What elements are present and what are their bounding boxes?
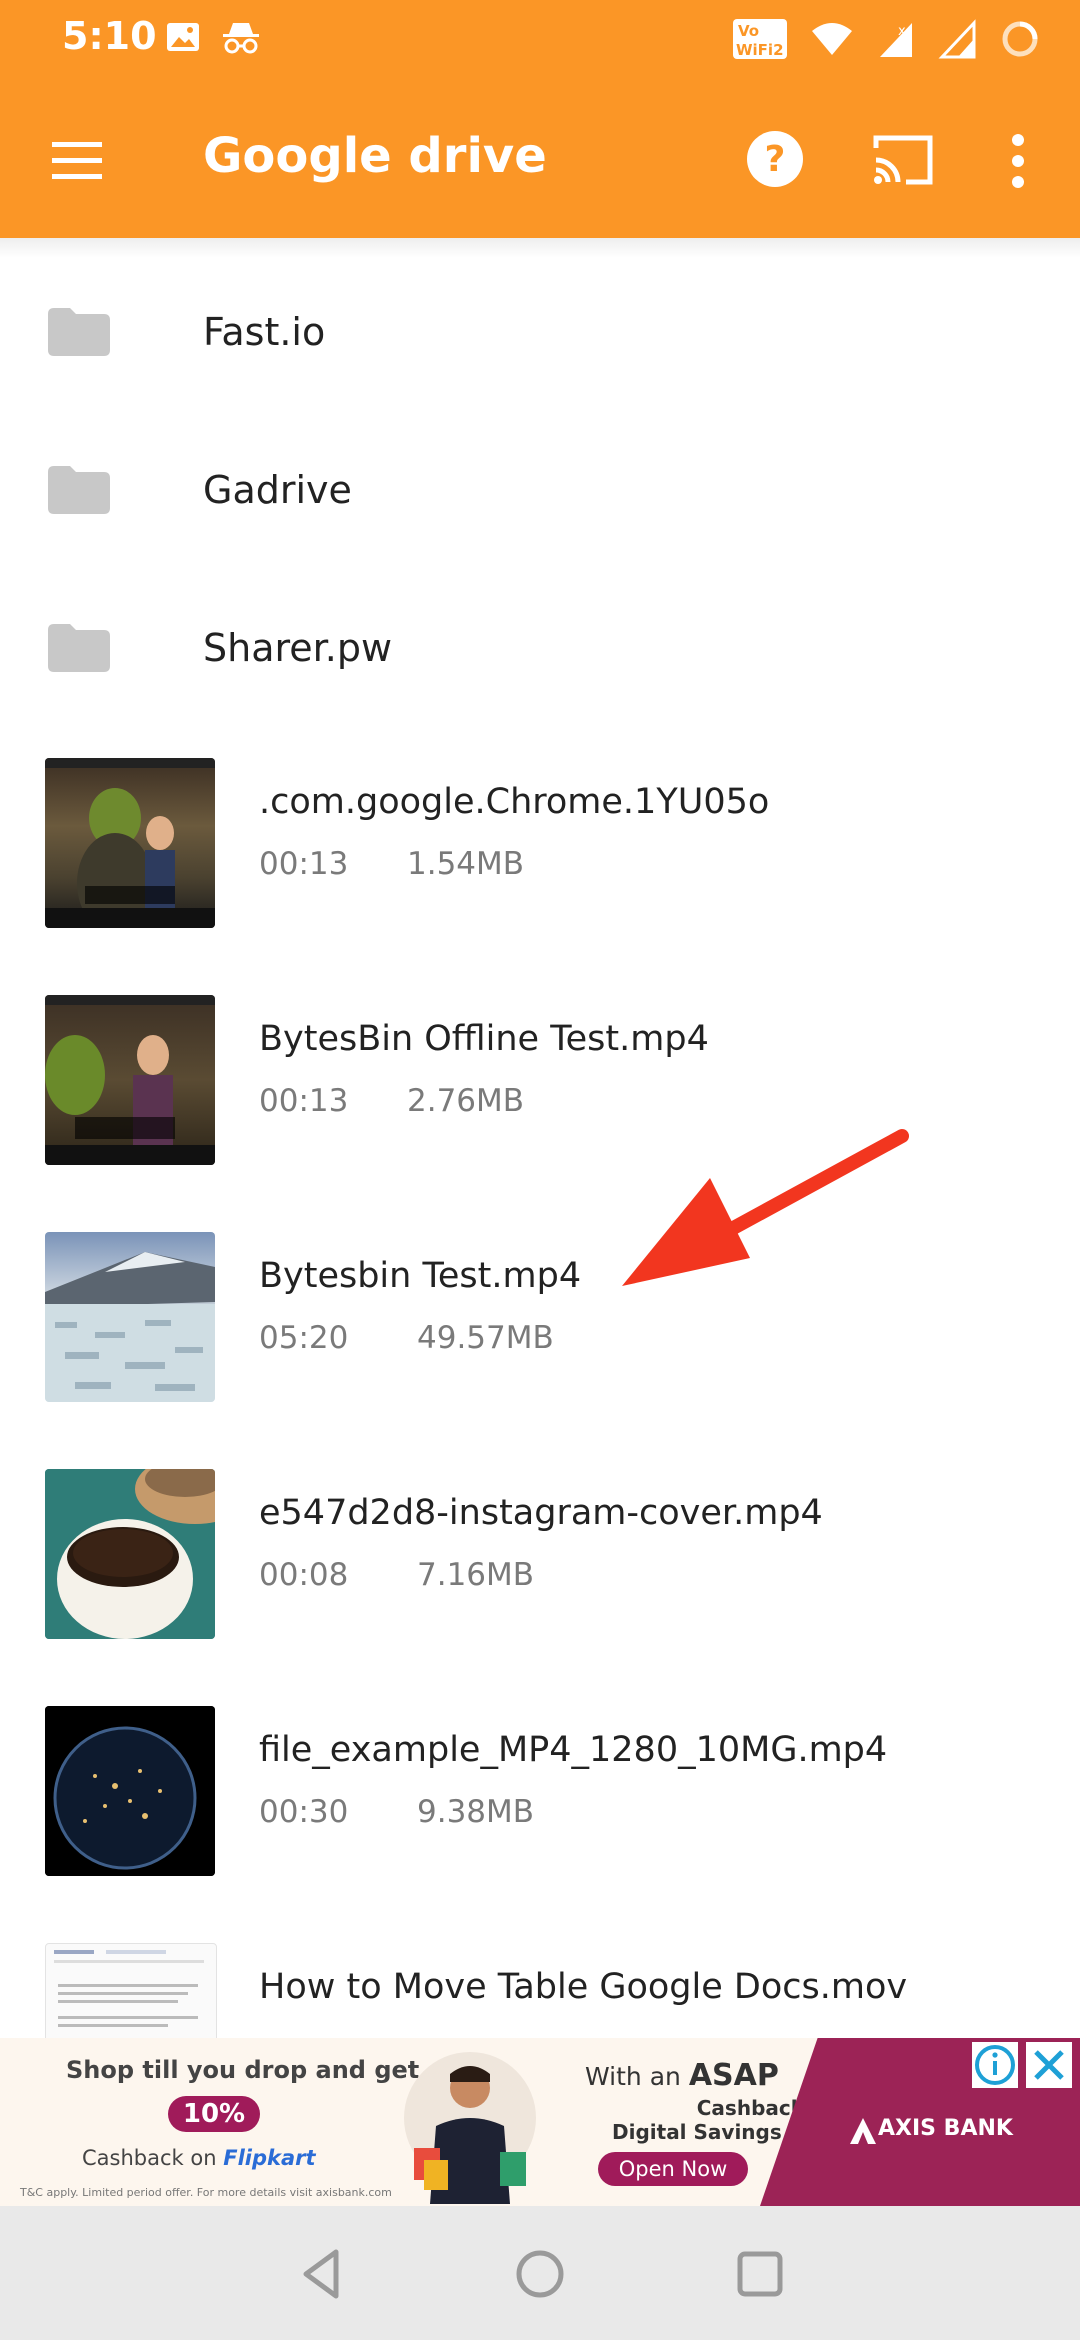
folder-icon xyxy=(48,624,110,672)
ad-cashback-word: Cashback xyxy=(696,2096,805,2120)
video-thumbnail xyxy=(45,1706,215,1876)
ad-asap-line: With an ASAP xyxy=(585,2058,779,2093)
video-size: 1.54MB xyxy=(407,846,525,882)
close-icon xyxy=(1034,2050,1064,2080)
status-bar: 5:10 Vo WiFi2 x xyxy=(0,0,1080,80)
folder-name: Fast.io xyxy=(203,310,326,354)
cast-button[interactable] xyxy=(870,130,936,190)
status-right-icons: Vo WiFi2 x xyxy=(732,18,1040,60)
svg-text:?: ? xyxy=(765,139,786,180)
header-shadow xyxy=(0,238,1080,258)
status-left-icons xyxy=(165,20,261,54)
system-nav-bar xyxy=(0,2206,1080,2340)
video-duration: 00:13 xyxy=(259,846,349,882)
help-button[interactable]: ? xyxy=(744,128,806,190)
signal-r-icon xyxy=(938,19,976,59)
video-size: 49.57MB xyxy=(417,1320,554,1356)
loading-icon xyxy=(1002,21,1038,57)
ad-info-button[interactable] xyxy=(972,2042,1018,2088)
ad-fine-print: T&C apply. Limited period offer. For mor… xyxy=(20,2186,392,2199)
video-name: file_example_MP4_1280_10MG.mp4 xyxy=(259,1730,888,1770)
ad-cashback-line: Cashback on Flipkart xyxy=(82,2146,316,2170)
ad-close-button[interactable] xyxy=(1026,2042,1072,2088)
app-title: Google drive xyxy=(203,128,547,184)
image-icon xyxy=(167,23,199,51)
volte-wifi-icon: Vo WiFi2 xyxy=(733,19,787,59)
recents-icon xyxy=(737,2251,783,2297)
axis-logo-icon xyxy=(850,2118,876,2144)
nav-recents-button[interactable] xyxy=(730,2244,790,2304)
svg-text:WiFi2: WiFi2 xyxy=(736,41,784,59)
more-icon xyxy=(1012,134,1024,188)
video-thumbnail xyxy=(45,1943,217,2038)
folder-name: Sharer.pw xyxy=(203,626,393,670)
status-time: 5:10 xyxy=(62,14,157,58)
folder-item-gadrive[interactable]: Gadrive xyxy=(0,416,1080,566)
app-header: 5:10 Vo WiFi2 x Google drive ? xyxy=(0,0,1080,238)
info-icon xyxy=(975,2045,1015,2085)
app-bar: Google drive ? xyxy=(0,92,1080,238)
back-icon xyxy=(303,2249,339,2299)
ad-headline: Shop till you drop and get xyxy=(66,2056,420,2084)
video-name: How to Move Table Google Docs.mov xyxy=(259,1967,908,2007)
file-list: Fast.io Gadrive Sharer.pw .com.google.Ch… xyxy=(0,238,1080,2038)
ad-open-now-button[interactable]: Open Now xyxy=(598,2152,748,2186)
video-duration: 00:08 xyxy=(259,1557,349,1593)
video-duration: 05:20 xyxy=(259,1320,349,1356)
folder-item-sharer-pw[interactable]: Sharer.pw xyxy=(0,574,1080,724)
ad-banner[interactable]: Shop till you drop and get 10% Cashback … xyxy=(0,2038,1080,2206)
folder-icon xyxy=(48,308,110,356)
menu-icon xyxy=(52,142,102,179)
ad-person-image xyxy=(404,2052,536,2204)
video-item[interactable]: How to Move Table Google Docs.mov xyxy=(0,1943,1080,2038)
video-thumbnail xyxy=(45,1232,215,1402)
video-size: 9.38MB xyxy=(417,1794,535,1830)
signal-icon: x xyxy=(880,23,912,57)
video-size: 7.16MB xyxy=(417,1557,535,1593)
ad-percent-badge: 10% xyxy=(168,2096,260,2132)
wifi-icon xyxy=(812,23,852,55)
video-item[interactable]: file_example_MP4_1280_10MG.mp4 00:30 9.3… xyxy=(0,1706,1080,1906)
folder-name: Gadrive xyxy=(203,468,352,512)
folder-icon xyxy=(48,466,110,514)
annotation-arrow xyxy=(622,1129,909,1286)
menu-button[interactable] xyxy=(48,130,108,190)
video-name: e547d2d8-instagram-cover.mp4 xyxy=(259,1493,823,1533)
video-duration: 00:30 xyxy=(259,1794,349,1830)
video-thumbnail xyxy=(45,1469,215,1639)
ad-cashback-text: Cashback on xyxy=(82,2146,217,2170)
nav-back-button[interactable] xyxy=(292,2244,352,2304)
video-item[interactable]: .com.google.Chrome.1YU05o 00:13 1.54MB xyxy=(0,758,1080,958)
video-name: BytesBin Offline Test.mp4 xyxy=(259,1019,709,1059)
home-icon xyxy=(516,2250,564,2298)
video-duration: 00:13 xyxy=(259,1083,349,1119)
video-size: 2.76MB xyxy=(407,1083,525,1119)
video-name: .com.google.Chrome.1YU05o xyxy=(259,782,770,822)
ad-brand-name: AXIS BANK xyxy=(878,2116,1013,2141)
nav-home-button[interactable] xyxy=(510,2244,570,2304)
ad-flipkart-logo: Flipkart xyxy=(223,2146,316,2170)
ad-with-an: With an xyxy=(585,2062,681,2091)
incognito-icon xyxy=(223,23,259,54)
folder-item-fast-io[interactable]: Fast.io xyxy=(0,258,1080,408)
cast-icon xyxy=(873,135,933,185)
svg-text:Vo: Vo xyxy=(738,22,759,40)
video-item[interactable]: e547d2d8-instagram-cover.mp4 00:08 7.16M… xyxy=(0,1469,1080,1669)
more-options-button[interactable] xyxy=(1000,126,1036,196)
help-icon: ? xyxy=(747,131,803,187)
svg-text:x: x xyxy=(898,24,906,39)
ad-asap: ASAP xyxy=(688,2058,779,2093)
video-thumbnail xyxy=(45,995,215,1165)
video-name: Bytesbin Test.mp4 xyxy=(259,1256,582,1296)
video-thumbnail xyxy=(45,758,215,928)
